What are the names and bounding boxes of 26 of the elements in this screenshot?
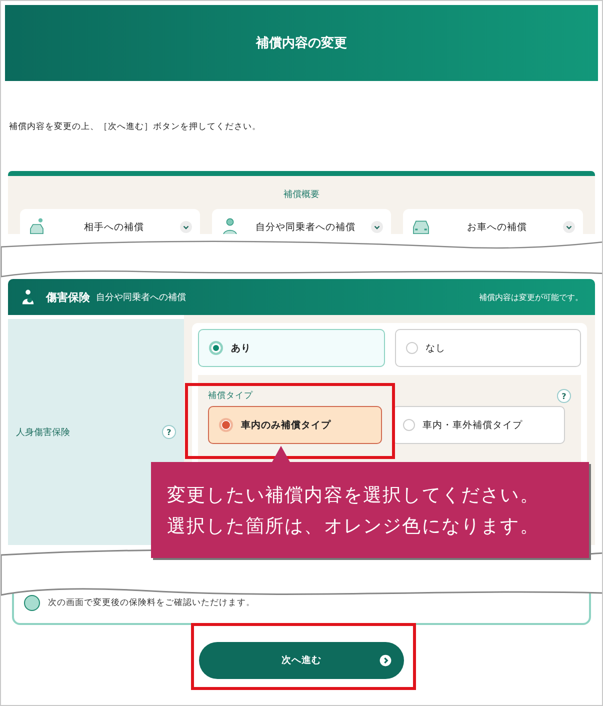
instruction-text: 補償内容を変更の上、［次へ進む］ボタンを押してください。 [9,121,262,133]
radio-option[interactable]: あり [198,329,384,367]
chevron-down-icon [371,221,384,233]
section-title: 傷害保険 [46,290,90,304]
summary-card[interactable]: 相手への補償 [20,209,200,234]
item-label: 人身傷害保険 [16,426,70,438]
radio-option[interactable]: 車内のみ補償タイプ [208,406,382,444]
group-title: 補償タイプ [208,390,253,402]
radio-option[interactable]: なし [394,329,581,367]
callout-text: 選択した箇所は、オレンジ色になります。 [167,515,540,538]
next-button[interactable]: 次へ進む [199,642,404,679]
summary-card[interactable]: 自分や同乗者への補償 [212,209,392,234]
person-icon [20,289,36,305]
help-icon[interactable]: ? [162,425,176,439]
section-note: 補償内容は変更が可能です。 [479,292,583,302]
page-title: 補償内容の変更 [256,34,347,52]
confirm-text: 次の画面で変更後の保険料をご確認いただけます。 [48,597,255,609]
chevron-down-icon [563,221,576,233]
help-icon[interactable]: ? [557,389,571,403]
chevron-down-icon [180,221,192,233]
summary-title: 補償概要 [282,188,320,202]
callout-text: 変更したい補償内容を選択してください。 [167,484,540,507]
chevron-right-icon [379,654,392,667]
section-subtitle: 自分や同乗者への補償 [96,292,186,304]
summary-card[interactable]: お車への補償 [403,209,584,234]
check-icon [24,595,40,611]
